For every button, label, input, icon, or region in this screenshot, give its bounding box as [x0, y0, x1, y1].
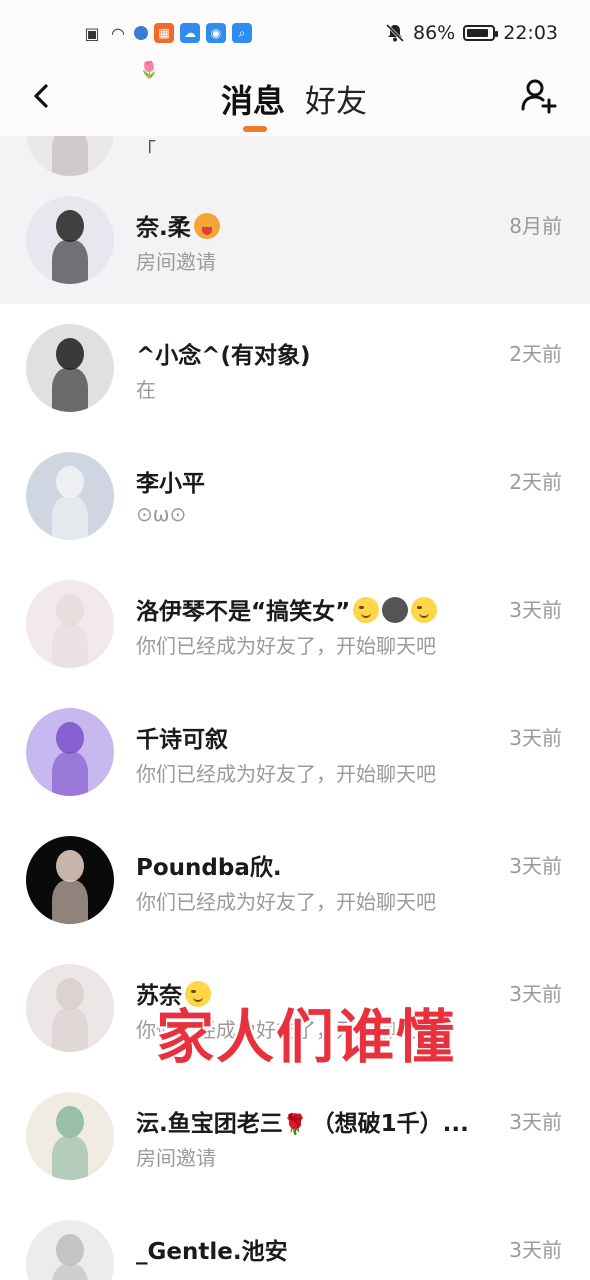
- contact-name: 李小平: [136, 471, 205, 497]
- message-time: 3天前: [509, 854, 562, 878]
- avatar[interactable]: [26, 196, 114, 284]
- contact-name: ^小念^(有对象): [136, 343, 311, 369]
- message-time: 3天前: [509, 598, 562, 622]
- avatar[interactable]: [26, 324, 114, 412]
- message-preview: 你们已经成为好友了，开始聊天吧: [136, 634, 436, 658]
- contact-name: Poundba欣.: [136, 855, 282, 881]
- status-icons-right: 86% 22:03: [385, 22, 558, 44]
- cloud-app-icon: ☁: [180, 23, 200, 43]
- message-time: 3天前: [509, 1110, 562, 1134]
- add-friend-icon[interactable]: [518, 75, 558, 115]
- app-notification-icon: [134, 26, 148, 40]
- conversation-row[interactable]: ^小念^(有对象) 在 2天前: [0, 304, 590, 432]
- battery-percent: 86%: [413, 22, 456, 44]
- message-time: 2天前: [509, 470, 562, 494]
- message-time: 3天前: [509, 982, 562, 1006]
- app-notification-icon: ▦: [154, 23, 174, 43]
- sim-icon: ▣: [84, 23, 100, 43]
- message-time: 3天前: [509, 726, 562, 750]
- message-preview: 你们已经成为好友了，开始聊天吧: [136, 890, 436, 914]
- rose-icon: 🌹: [282, 1112, 308, 1136]
- search-app-icon: ⌕: [232, 23, 252, 43]
- avatar[interactable]: [26, 708, 114, 796]
- wifi-icon: ◠: [111, 23, 125, 43]
- tulip-icon: 🌷: [139, 60, 159, 79]
- status-icons-left: ▣ ◠ ▦ ☁ ◉ ⌕: [82, 23, 252, 43]
- avatar[interactable]: [26, 1220, 114, 1280]
- contact-name: 奈.柔: [136, 208, 220, 242]
- message-preview: 在: [136, 378, 156, 402]
- active-tab-indicator: [243, 126, 267, 132]
- message-time: 2天前: [509, 342, 562, 366]
- conversation-row[interactable]: Poundba欣. 你们已经成为好友了，开始聊天吧 3天前: [0, 816, 590, 944]
- contact-name: 沄.鱼宝团老三🌹 （想破1千）...: [136, 1111, 469, 1137]
- message-preview: 「: [136, 138, 156, 162]
- video-caption-overlay: 家人们谁懂: [156, 1003, 457, 1071]
- conversation-row[interactable]: 千诗可叙你们已经成为好友了，开始聊天吧 3天前: [0, 688, 590, 816]
- smirk-icon: [353, 597, 380, 623]
- contact-name: 洛伊琴不是“搞笑女”: [136, 592, 438, 626]
- contact-name: 千诗可叙: [136, 727, 228, 753]
- avatar[interactable]: [26, 836, 114, 924]
- conversation-list: 「 奈.柔 房间邀请 8月前 ^小念^(有对象) 在 2天前 李小平 ⊙ω⊙ 2天前 洛伊琴不是“…: [0, 136, 590, 1280]
- top-nav: 🌷 消息 好友: [0, 58, 590, 136]
- message-preview: ⊙ω⊙: [136, 502, 187, 526]
- clock: 22:03: [503, 22, 558, 44]
- avatar[interactable]: [26, 580, 114, 668]
- conversation-row-partial[interactable]: 「: [0, 136, 590, 176]
- message-preview: 房间邀请: [136, 1146, 216, 1170]
- conversation-row[interactable]: 沄.鱼宝团老三🌹 （想破1千）... 房间邀请 3天前: [0, 1072, 590, 1200]
- avatar[interactable]: [26, 964, 114, 1052]
- message-preview: 房间邀请: [136, 250, 216, 274]
- bulb-app-icon: ◉: [206, 23, 226, 43]
- conversation-row[interactable]: 洛伊琴不是“搞笑女” 你们已经成为好友了，开始聊天吧 3天前: [0, 560, 590, 688]
- tongue-face-icon: [193, 213, 220, 239]
- avatar[interactable]: [26, 1092, 114, 1180]
- contact-name: _Gentle.池安: [136, 1239, 288, 1265]
- message-time: 8月前: [509, 214, 562, 238]
- back-arrow-icon[interactable]: [22, 76, 62, 116]
- conversation-row[interactable]: _Gentle.池安 3天前: [0, 1200, 590, 1280]
- battery-icon: [463, 25, 499, 41]
- mute-bell-icon: [385, 23, 405, 43]
- smirk-icon: [411, 597, 438, 623]
- message-preview: 你们已经成为好友了，开始聊天吧: [136, 762, 436, 786]
- contact-name-suffix: （想破1千）...: [311, 1111, 469, 1137]
- avatar[interactable]: [26, 452, 114, 540]
- conversation-row[interactable]: 李小平 ⊙ω⊙ 2天前: [0, 432, 590, 560]
- tab-friends[interactable]: 好友: [305, 76, 367, 121]
- conversation-row[interactable]: 奈.柔房间邀请 8月前: [0, 176, 590, 304]
- message-time: 3天前: [509, 1238, 562, 1262]
- avatar: [26, 136, 114, 176]
- tab-messages[interactable]: 消息: [221, 76, 285, 122]
- dark-moon-icon: [382, 597, 409, 623]
